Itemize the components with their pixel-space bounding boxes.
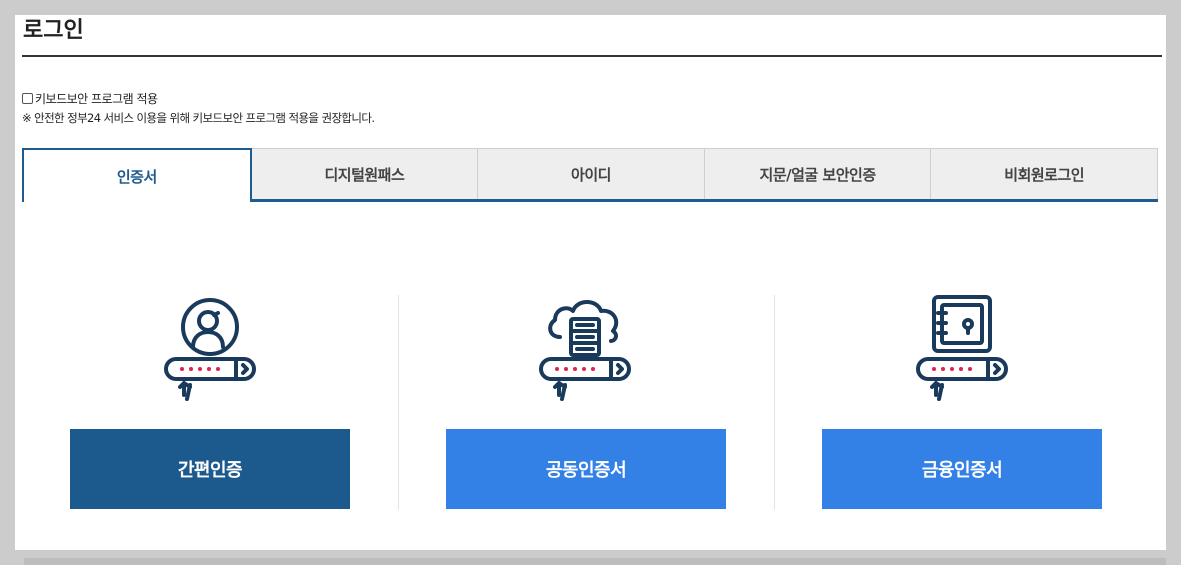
login-panel: 로그인 키보드보안 프로그램 적용 ※ 안전한 정부24 서비스 이용을 위해 … — [15, 15, 1166, 550]
joint-certificate-button[interactable]: 공동인증서 — [446, 429, 726, 509]
keyboard-security-label: 키보드보안 프로그램 적용 — [35, 91, 158, 106]
page-title: 로그인 — [23, 18, 84, 43]
tab-certificate[interactable]: 인증서 — [22, 148, 252, 202]
cloud-server-password-icon — [539, 300, 631, 401]
keyboard-security-notice: ※ 안전한 정부24 서비스 이용을 위해 키보드보안 프로그램 적용을 권장합… — [22, 111, 375, 125]
tab-non-member[interactable]: 비회원로그인 — [931, 148, 1158, 199]
safe-password-icon — [916, 295, 1008, 401]
financial-certificate-button[interactable]: 금융인증서 — [822, 429, 1102, 509]
footer-strip — [24, 558, 1166, 565]
tab-id[interactable]: 아이디 — [478, 148, 705, 199]
tab-biometric[interactable]: 지문/얼굴 보안인증 — [704, 148, 932, 199]
column-divider — [774, 295, 775, 510]
keyboard-security-checkbox[interactable] — [22, 92, 33, 104]
column-divider — [398, 295, 399, 510]
tab-digital-onepass[interactable]: 디지털원패스 — [251, 148, 479, 199]
login-tabs: 인증서 디지털원패스 아이디 지문/얼굴 보안인증 비회원로그인 — [22, 148, 1158, 202]
keyboard-security-option[interactable]: 키보드보안 프로그램 적용 — [22, 90, 158, 106]
simple-auth-button[interactable]: 간편인증 — [70, 429, 350, 509]
user-password-icon — [164, 298, 256, 401]
title-divider — [22, 55, 1162, 57]
